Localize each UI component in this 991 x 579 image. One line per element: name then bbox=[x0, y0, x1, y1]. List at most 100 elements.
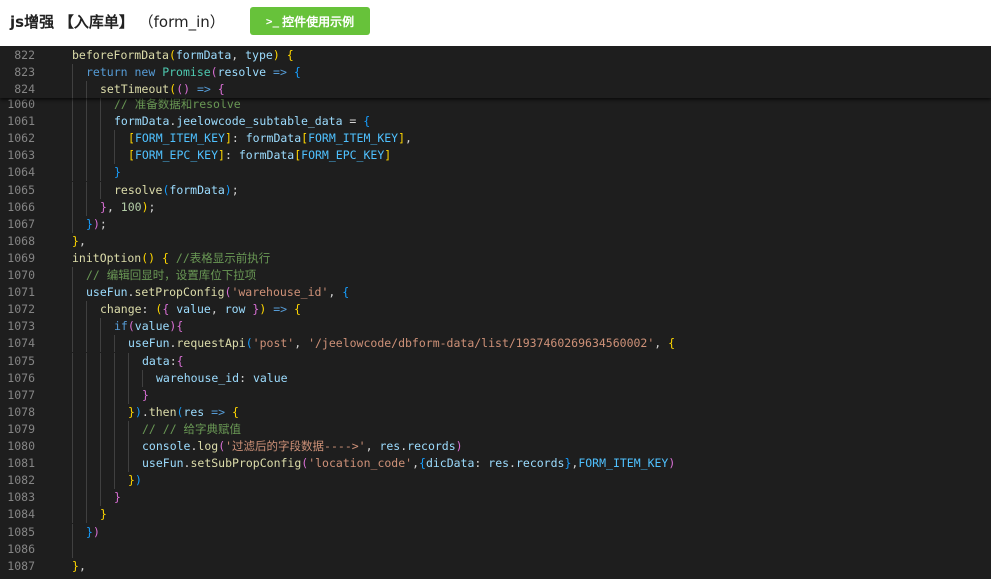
code-token: ) bbox=[272, 48, 280, 62]
indent-guide bbox=[72, 64, 73, 82]
sticky-scroll-header[interactable]: 822 beforeFormData(formData, type) {823 re… bbox=[0, 46, 991, 99]
code-token: useFun bbox=[128, 336, 170, 351]
indent-guide bbox=[142, 369, 143, 387]
code-token: // // 给字典赋值 bbox=[142, 421, 242, 436]
code-line[interactable]: 1068}, bbox=[0, 233, 991, 250]
indent-guide bbox=[128, 352, 129, 370]
code-token: resolve bbox=[114, 182, 163, 197]
line-number: 1068 bbox=[7, 233, 35, 248]
code-token: , bbox=[231, 48, 246, 62]
code-token: formData bbox=[245, 131, 302, 146]
code-token: ) bbox=[668, 456, 676, 471]
code-token: ) bbox=[141, 199, 149, 214]
line-number: 823 bbox=[14, 65, 35, 80]
indent-guide bbox=[100, 438, 101, 456]
indent-guide bbox=[114, 472, 115, 490]
indent-guide bbox=[86, 369, 87, 387]
code-token: 'warehouse_id' bbox=[231, 285, 329, 300]
code-token: } bbox=[86, 524, 93, 539]
code-line[interactable]: 1065 resolve(formData); bbox=[0, 181, 991, 199]
indent-guide bbox=[114, 147, 115, 165]
code-line[interactable]: 1062 [FORM_ITEM_KEY]: formData[FORM_ITEM_… bbox=[0, 130, 991, 148]
code-line[interactable]: 1085}) bbox=[0, 523, 991, 541]
code-token: initOption bbox=[72, 250, 142, 265]
code-token: records bbox=[407, 439, 456, 453]
indent-guide bbox=[86, 147, 87, 165]
line-number: 1075 bbox=[7, 353, 35, 368]
code-token: beforeFormData bbox=[72, 48, 169, 62]
code-line[interactable]: 1083} bbox=[0, 489, 991, 507]
code-token: , bbox=[78, 558, 86, 573]
code-token: : bbox=[169, 353, 177, 368]
code-line[interactable]: 1066}, 100); bbox=[0, 198, 991, 216]
code-token: () bbox=[176, 82, 191, 97]
code-line[interactable]: 1069 initOption() { //表格显示前执行 bbox=[0, 250, 991, 267]
code-token: = bbox=[342, 114, 364, 129]
code-token: useFun bbox=[142, 456, 184, 471]
code-token: res bbox=[183, 404, 205, 419]
indent-guide bbox=[72, 403, 73, 421]
line-number: 1078 bbox=[7, 404, 35, 419]
code-text: formData.jeelowcode_subtable_data = { bbox=[114, 113, 370, 130]
indent-guide bbox=[72, 301, 73, 319]
control-usage-example-button[interactable]: >_ 控件使用示例 bbox=[250, 7, 370, 35]
code-line[interactable]: 1074 useFun.requestApi('post', '/jeelowco… bbox=[0, 335, 991, 353]
code-editor[interactable]: 822 beforeFormData(formData, type) {823 re… bbox=[0, 46, 991, 579]
sticky-code-line[interactable]: 824 setTimeout(() => { bbox=[0, 81, 991, 99]
code-token: , bbox=[412, 456, 419, 471]
line-number: 1073 bbox=[7, 319, 35, 334]
code-line[interactable]: 1061 formData.jeelowcode_subtable_data = … bbox=[0, 113, 991, 131]
indent-guide bbox=[100, 335, 101, 353]
code-line[interactable]: 1082}) bbox=[0, 472, 991, 490]
code-line[interactable]: 1060 // 准备数据和resolve bbox=[0, 96, 991, 114]
code-line[interactable]: 1073 if(value){ bbox=[0, 318, 991, 336]
code-token: // 准备数据和resolve bbox=[114, 97, 241, 111]
indent-guide bbox=[86, 318, 87, 336]
code-line[interactable]: 1086 bbox=[0, 540, 991, 558]
indent-guide bbox=[114, 352, 115, 370]
title-form-code: （form_in） bbox=[138, 13, 225, 31]
code-token: { bbox=[162, 250, 169, 265]
code-line[interactable]: 1075 data:{ bbox=[0, 352, 991, 370]
code-text: } bbox=[114, 164, 121, 181]
code-line[interactable]: 1080 console.log('过滤后的字段数据---->', res.rec… bbox=[0, 438, 991, 456]
indent-guide bbox=[100, 181, 101, 199]
code-token: [ bbox=[128, 131, 135, 146]
indent-guide bbox=[72, 318, 73, 336]
indent-guide bbox=[72, 540, 73, 558]
code-line[interactable]: 1070 // 编辑回显时，设置库位下拉项 bbox=[0, 267, 991, 285]
code-line[interactable]: 1064} bbox=[0, 164, 991, 182]
code-token: ) bbox=[92, 216, 100, 231]
indent-guide bbox=[72, 130, 73, 148]
code-line[interactable]: 1079 // // 给字典赋值 bbox=[0, 420, 991, 438]
code-text: // 编辑回显时，设置库位下拉项 bbox=[86, 267, 256, 284]
code-text: } bbox=[114, 489, 121, 506]
code-line[interactable]: 1076 warehouse_id: value bbox=[0, 369, 991, 387]
code-token: ( bbox=[210, 65, 218, 80]
indent-guide bbox=[72, 284, 73, 302]
code-token: ( bbox=[245, 336, 253, 351]
line-number: 1083 bbox=[7, 490, 35, 505]
code-line[interactable]: 1067}); bbox=[0, 215, 991, 233]
indent-guide bbox=[72, 386, 73, 404]
code-token: () bbox=[141, 250, 156, 265]
indent-guide bbox=[72, 181, 73, 199]
indent-guide bbox=[72, 438, 73, 456]
code-line[interactable]: 1081 useFun.setSubPropConfig('location_co… bbox=[0, 455, 991, 473]
code-line[interactable]: 1072 change: ({ value, row }) => { bbox=[0, 301, 991, 319]
line-number: 1074 bbox=[7, 336, 35, 351]
indent-guide bbox=[72, 164, 73, 182]
code-token: formData bbox=[114, 114, 170, 129]
sticky-code-line[interactable]: 823 return new Promise(resolve => { bbox=[0, 64, 991, 82]
indent-guide bbox=[114, 455, 115, 473]
code-line[interactable]: 1063 [FORM_EPC_KEY]: formData[FORM_EPC_KE… bbox=[0, 147, 991, 165]
code-token: => bbox=[273, 65, 287, 80]
code-line[interactable]: 1077} bbox=[0, 386, 991, 404]
code-token: row bbox=[224, 302, 246, 317]
indent-guide bbox=[100, 130, 101, 148]
code-line[interactable]: 1071 useFun.setPropConfig('warehouse_id',… bbox=[0, 284, 991, 302]
sticky-code-line[interactable]: 822 beforeFormData(formData, type) { bbox=[0, 47, 991, 64]
code-line[interactable]: 1078}).then(res => { bbox=[0, 403, 991, 421]
code-line[interactable]: 1084} bbox=[0, 506, 991, 524]
